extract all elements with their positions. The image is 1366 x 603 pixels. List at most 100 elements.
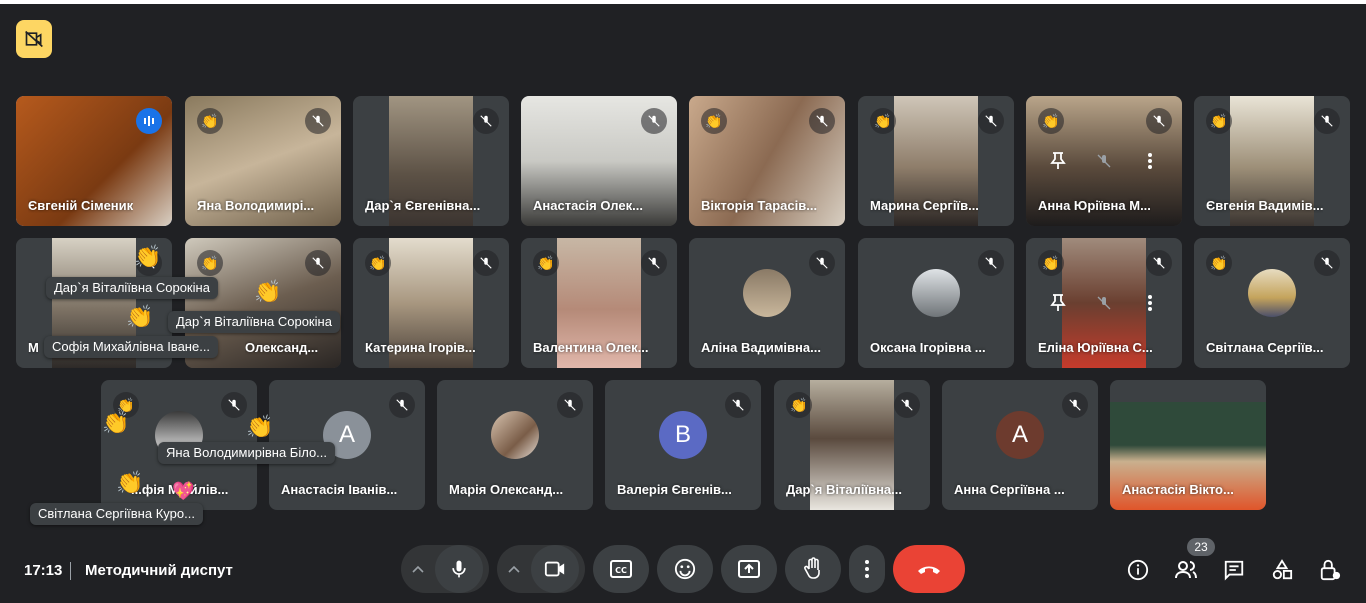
participant-tile[interactable]: Євгеній Сіменик bbox=[16, 96, 172, 226]
participant-tile[interactable]: 👏 Анна Юріївна М... bbox=[1026, 96, 1182, 226]
reaction-name-label: Софія Михайлівна Іване... bbox=[44, 336, 219, 358]
video-options-button[interactable] bbox=[497, 565, 531, 573]
camera-control-group bbox=[497, 545, 585, 593]
hand-icon bbox=[804, 557, 820, 579]
mic-control-group bbox=[401, 545, 489, 593]
avatar bbox=[1248, 269, 1296, 317]
audio-options-button[interactable] bbox=[401, 565, 435, 573]
people-button[interactable] bbox=[1172, 556, 1200, 584]
participant-tile[interactable]: 👏 Еліна Юріївна С... bbox=[1026, 238, 1182, 368]
avatar: A bbox=[996, 411, 1044, 459]
participant-name: Євгенія Вадимів... bbox=[1206, 198, 1324, 213]
participant-tile[interactable]: 👏 Вікторія Тарасів... bbox=[689, 96, 845, 226]
participant-tile[interactable]: A Анна Сергіївна ... bbox=[942, 380, 1098, 510]
raised-hand-icon: 👏 bbox=[1038, 108, 1064, 134]
avatar: B bbox=[659, 411, 707, 459]
participant-tile[interactable]: 👏 Дар`я Віталіївна... bbox=[774, 380, 930, 510]
more-icon bbox=[865, 560, 869, 578]
recording-badge[interactable] bbox=[16, 20, 52, 58]
chevron-up-icon bbox=[508, 565, 520, 573]
more-options-icon[interactable] bbox=[1136, 147, 1164, 175]
participant-name: Катерина Ігорів... bbox=[365, 340, 476, 355]
clap-emoji: 👏 bbox=[246, 414, 274, 439]
raise-hand-button[interactable] bbox=[785, 545, 841, 593]
participant-tile[interactable]: 👏 Євгенія Вадимів... bbox=[1194, 96, 1350, 226]
camera-button[interactable] bbox=[531, 545, 579, 593]
microphone-button[interactable] bbox=[435, 545, 483, 593]
top-border bbox=[0, 0, 1366, 4]
participant-name: Еліна Юріївна С... bbox=[1038, 340, 1153, 355]
clap-emoji: 👏 bbox=[134, 244, 162, 269]
more-options-button[interactable] bbox=[849, 545, 885, 593]
mic-off-icon bbox=[641, 108, 667, 134]
microphone-icon bbox=[452, 560, 466, 578]
mute-participant-icon[interactable] bbox=[1090, 147, 1118, 175]
participant-tile[interactable]: Оксана Ігорівна ... bbox=[858, 238, 1014, 368]
speaking-indicator-icon bbox=[136, 108, 162, 134]
participant-tile[interactable]: 👏 Світлана Сергіїв... bbox=[1194, 238, 1350, 368]
avatar bbox=[743, 269, 791, 317]
mute-participant-icon[interactable] bbox=[1090, 289, 1118, 317]
participant-tile[interactable]: 👏 Катерина Ігорів... bbox=[353, 238, 509, 368]
participant-tile[interactable]: 👏 Валентина Олек... bbox=[521, 238, 677, 368]
participant-tile[interactable]: Марія Олександ... bbox=[437, 380, 593, 510]
participant-tile[interactable]: 👏 Марина Сергіїв... bbox=[858, 96, 1014, 226]
avatar bbox=[491, 411, 539, 459]
reaction-name-label: Дар`я Віталіївна Сорокіна bbox=[46, 277, 218, 299]
mic-off-icon bbox=[1062, 392, 1088, 418]
raised-hand-icon: 👏 bbox=[1206, 250, 1232, 276]
pin-icon[interactable] bbox=[1044, 147, 1072, 175]
activities-button[interactable] bbox=[1268, 556, 1296, 584]
mic-off-icon bbox=[473, 108, 499, 134]
chat-button[interactable] bbox=[1220, 556, 1248, 584]
raised-hand-icon: 👏 bbox=[701, 108, 727, 134]
captions-button[interactable]: CC bbox=[593, 545, 649, 593]
leave-call-button[interactable] bbox=[893, 545, 965, 593]
mic-off-icon bbox=[978, 250, 1004, 276]
mic-off-icon bbox=[809, 250, 835, 276]
clap-emoji: 👏 bbox=[254, 279, 282, 304]
participant-name: Євгеній Сіменик bbox=[28, 198, 134, 213]
participant-tile[interactable]: 👏 Яна Володимирі... bbox=[185, 96, 341, 226]
mic-off-icon bbox=[305, 108, 331, 134]
raised-hand-icon: 👏 bbox=[786, 392, 812, 418]
host-controls-button[interactable] bbox=[1316, 556, 1344, 584]
clap-emoji: 👏 bbox=[116, 470, 144, 495]
participant-name: Марія Олександ... bbox=[449, 482, 564, 497]
mic-off-icon bbox=[1146, 250, 1172, 276]
clap-emoji: 👏 bbox=[102, 410, 130, 435]
raised-hand-icon: 👏 bbox=[1038, 250, 1064, 276]
participant-name: Анна Юріївна М... bbox=[1038, 198, 1151, 213]
meeting-title: Методичний диспут bbox=[85, 562, 233, 579]
reaction-name-label: Дар`я Віталіївна Сорокіна bbox=[168, 311, 340, 333]
tile-hover-controls bbox=[1026, 289, 1182, 317]
emoji-button[interactable] bbox=[657, 545, 713, 593]
raised-hand-icon: 👏 bbox=[197, 250, 223, 276]
mic-off-icon bbox=[389, 392, 415, 418]
more-options-icon[interactable] bbox=[1136, 289, 1164, 317]
avatar bbox=[912, 269, 960, 317]
chevron-up-icon bbox=[412, 565, 424, 573]
participant-tile[interactable]: Анастасія Вікто... bbox=[1110, 380, 1266, 510]
participant-tile[interactable]: Дар`я Євгенівна... bbox=[353, 96, 509, 226]
no-video-icon bbox=[25, 30, 43, 48]
activities-icon bbox=[1272, 559, 1293, 580]
participant-tile[interactable]: Анастасія Олек... bbox=[521, 96, 677, 226]
participant-tile[interactable]: Аліна Вадимівна... bbox=[689, 238, 845, 368]
meeting-details-button[interactable] bbox=[1124, 556, 1152, 584]
participant-name: Дар`я Євгенівна... bbox=[365, 198, 481, 213]
raised-hand-icon: 👏 bbox=[533, 250, 559, 276]
control-bar: 17:13 Методичний диспут CC 23 bbox=[0, 538, 1366, 603]
present-button[interactable] bbox=[721, 545, 777, 593]
mic-off-icon bbox=[557, 392, 583, 418]
raised-hand-icon: 👏 bbox=[870, 108, 896, 134]
meeting-clock: 17:13 bbox=[24, 562, 63, 579]
clap-emoji: 👏 bbox=[126, 304, 154, 329]
pin-icon[interactable] bbox=[1044, 289, 1072, 317]
participant-name: Аліна Вадимівна... bbox=[701, 340, 821, 355]
participant-name: Анастасія Іванів... bbox=[281, 482, 398, 497]
participant-tile[interactable]: B Валерія Євгенів... bbox=[605, 380, 761, 510]
chat-icon bbox=[1224, 560, 1244, 581]
participant-name: Вікторія Тарасів... bbox=[701, 198, 818, 213]
mic-off-icon bbox=[221, 392, 247, 418]
